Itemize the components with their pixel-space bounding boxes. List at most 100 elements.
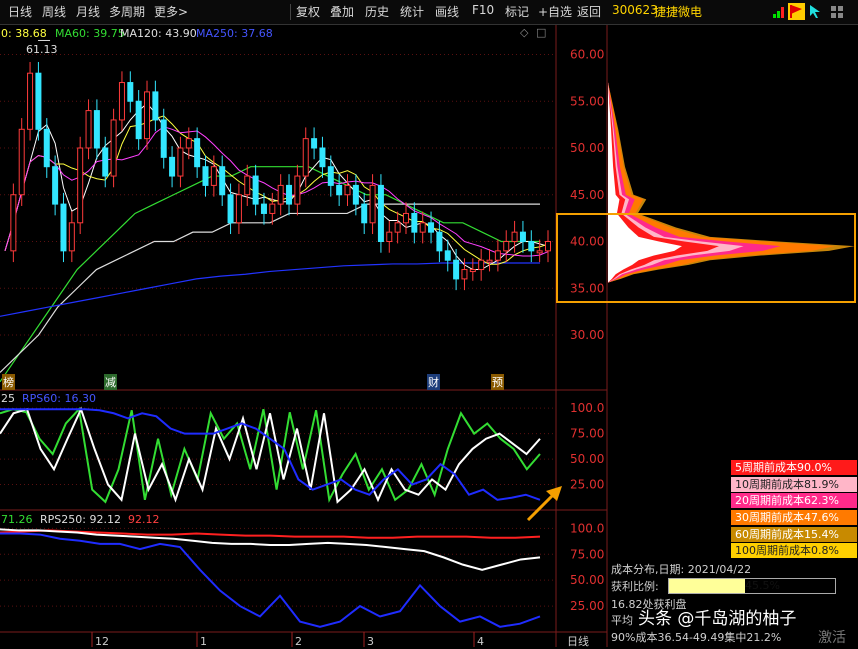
candle-body[interactable] — [102, 147, 109, 177]
candle-body[interactable] — [419, 222, 426, 233]
marker-finance[interactable]: 财 — [427, 374, 440, 390]
candle-body[interactable] — [35, 72, 42, 130]
f10-button[interactable]: F10 — [472, 3, 494, 17]
flag-icon[interactable] — [788, 3, 805, 20]
x-tick-label: 12 — [95, 635, 109, 647]
arrow-cursor-icon[interactable] — [808, 4, 822, 19]
candle-body[interactable] — [402, 212, 409, 224]
candle-body[interactable] — [294, 175, 301, 205]
grid-icon[interactable] — [830, 5, 844, 19]
x-tick-label: 4 — [477, 635, 484, 647]
candle-body[interactable] — [18, 128, 25, 196]
candle-body[interactable] — [219, 166, 226, 196]
square-icon[interactable]: □ — [536, 26, 546, 39]
candle-body[interactable] — [545, 241, 551, 252]
candle-body[interactable] — [177, 147, 184, 177]
candle-body[interactable] — [135, 100, 142, 140]
marker-forecast[interactable]: 预 — [491, 374, 504, 390]
candle-body[interactable] — [185, 138, 192, 149]
candle-body[interactable] — [461, 269, 468, 280]
candle-body[interactable] — [469, 269, 476, 273]
candle-body[interactable] — [85, 110, 92, 149]
candle-body[interactable] — [503, 241, 510, 252]
candle-body[interactable] — [494, 250, 501, 261]
overlay-button[interactable]: 叠加 — [330, 3, 354, 20]
candle-body[interactable] — [411, 212, 418, 233]
history-button[interactable]: 历史 — [365, 3, 389, 20]
candle-body[interactable] — [202, 166, 209, 186]
candle-body[interactable] — [336, 184, 343, 196]
candle-body[interactable] — [160, 119, 167, 158]
candle-body[interactable] — [311, 138, 318, 149]
candle-body[interactable] — [377, 184, 384, 242]
candle-body[interactable] — [302, 138, 309, 177]
rps-line-rps60[interactable] — [0, 407, 541, 504]
candle-body[interactable] — [369, 184, 376, 224]
tab-monthly[interactable]: 月线 — [76, 3, 100, 20]
marker-rank[interactable]: 榜 — [2, 374, 15, 390]
candle-body[interactable] — [511, 231, 518, 242]
candle-body[interactable] — [127, 82, 134, 102]
candle-body[interactable] — [93, 110, 100, 149]
candle-body[interactable] — [10, 194, 17, 252]
rps-tick-label: 100.0 — [570, 401, 604, 415]
candle-body[interactable] — [277, 184, 284, 205]
candle-body[interactable] — [118, 82, 125, 121]
candle-body[interactable] — [286, 184, 293, 205]
candle-body[interactable] — [144, 91, 151, 140]
candle-body[interactable] — [394, 222, 401, 233]
candle-body[interactable] — [260, 203, 267, 214]
rps-line-rps250[interactable] — [0, 529, 541, 539]
candle-body[interactable] — [43, 128, 50, 168]
candle-body[interactable] — [453, 259, 460, 280]
tab-more[interactable]: 更多> — [154, 3, 188, 20]
toolbar: 日线 周线 月线 多周期 更多> 复权 叠加 历史 统计 画线 F10 标记 +… — [0, 0, 858, 25]
candle-body[interactable] — [235, 194, 242, 224]
candle-body[interactable] — [60, 203, 67, 252]
candle-body[interactable] — [194, 138, 201, 168]
candle-body[interactable] — [444, 250, 451, 261]
candle-body[interactable] — [519, 231, 526, 242]
candle-body[interactable] — [244, 175, 251, 196]
candle-body[interactable] — [428, 222, 435, 233]
tab-multi-period[interactable]: 多周期 — [109, 3, 145, 20]
candle-body[interactable] — [252, 175, 259, 205]
add-watchlist-button[interactable]: +自选 — [538, 3, 572, 20]
restore-rights-button[interactable]: 复权 — [296, 3, 320, 20]
candle-body[interactable] — [68, 222, 75, 252]
diamond-icon[interactable]: ◇ — [520, 26, 528, 39]
candle-body[interactable] — [478, 259, 485, 271]
candle-body[interactable] — [27, 72, 34, 130]
draw-line-button[interactable]: 画线 — [435, 3, 459, 20]
candle-body[interactable] — [536, 250, 543, 254]
candle-body[interactable] — [52, 166, 59, 205]
candle-body[interactable] — [327, 166, 334, 186]
candle-body[interactable] — [169, 156, 176, 177]
candle-body[interactable] — [344, 184, 351, 196]
candle-body[interactable] — [361, 203, 368, 224]
candle-body[interactable] — [210, 166, 217, 186]
candle-body[interactable] — [227, 194, 234, 224]
candle-body[interactable] — [528, 241, 535, 252]
candle-body[interactable] — [386, 231, 393, 242]
candle-body[interactable] — [269, 203, 276, 214]
candle-body[interactable] — [486, 259, 493, 263]
cost-distribution-profile — [608, 82, 855, 283]
back-button[interactable]: 返回 — [577, 3, 601, 20]
chart-canvas: 60.00 55.00 50.00 45.00 40.00 35.00 30.00 100.… — [0, 23, 858, 647]
candle-body[interactable] — [110, 119, 117, 177]
price-tick-label: 55.00 — [570, 94, 604, 108]
candle-body[interactable] — [352, 184, 359, 205]
candle-body[interactable] — [152, 91, 159, 121]
tab-daily[interactable]: 日线 — [8, 3, 32, 20]
statistics-button[interactable]: 统计 — [400, 3, 424, 20]
candle-body[interactable] — [319, 147, 326, 168]
stock-name: 捷捷微电 — [654, 5, 703, 19]
candle-body[interactable] — [77, 147, 84, 224]
candle-body[interactable] — [436, 231, 443, 252]
ma120-readout: MA120: 43.90 — [120, 27, 197, 40]
marker-reduce[interactable]: 减 — [104, 374, 117, 390]
signal-bars-icon[interactable] — [772, 5, 786, 19]
mark-button[interactable]: 标记 — [505, 3, 529, 20]
tab-weekly[interactable]: 周线 — [42, 3, 66, 20]
